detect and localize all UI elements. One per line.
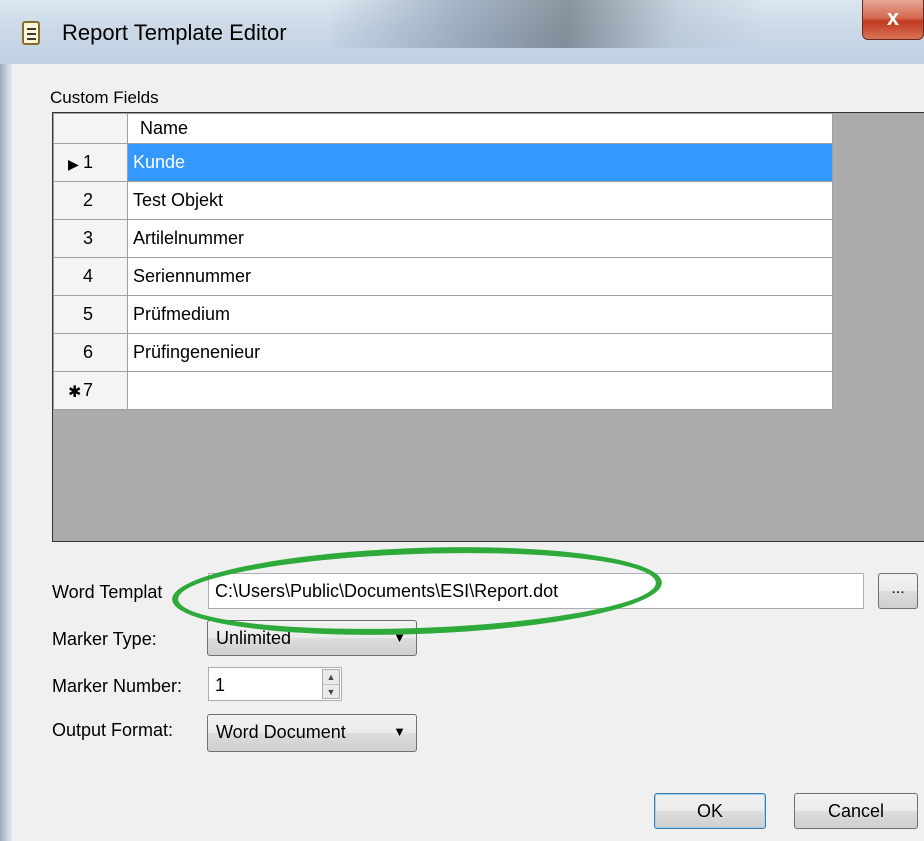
spin-up-icon[interactable]: ▲ <box>323 670 339 685</box>
output-format-label: Output Format: <box>52 720 174 740</box>
grid-header-row: Name <box>53 113 833 144</box>
browse-button[interactable]: ... <box>878 573 918 609</box>
marker-type-label: Marker Type: <box>52 629 157 649</box>
row-number: 6 <box>82 342 93 362</box>
new-row[interactable]: ✱ 7 <box>53 371 833 410</box>
row-number: 7 <box>82 380 93 400</box>
name-cell[interactable]: Artilelnummer <box>127 219 833 258</box>
word-template-label: Word Templat <box>52 582 163 602</box>
window-title: Report Template Editor <box>62 20 287 45</box>
cancel-button[interactable]: Cancel <box>794 793 918 829</box>
ok-button[interactable]: OK <box>654 793 766 829</box>
current-row-arrow-icon: ▶ <box>68 156 79 172</box>
close-button[interactable]: x <box>862 0 924 40</box>
output-format-dropdown[interactable]: Word Document ▼ <box>207 714 417 752</box>
chevron-down-icon: ▼ <box>393 724 406 739</box>
marker-number-label: Marker Number: <box>52 676 183 696</box>
name-cell[interactable]: Prüfingenenieur <box>127 333 833 372</box>
row-header[interactable]: 5 <box>53 295 128 334</box>
name-cell[interactable]: Prüfmedium <box>127 295 833 334</box>
table-row[interactable]: 5 Prüfmedium <box>53 295 833 334</box>
name-cell[interactable]: Kunde <box>127 143 833 182</box>
row-header[interactable]: 6 <box>53 333 128 372</box>
marker-number-spin-buttons[interactable]: ▲ ▼ <box>322 669 340 699</box>
new-row-asterisk-icon: ✱ <box>68 384 82 401</box>
custom-fields-grid[interactable]: Name ▶ 1 Kunde 2 Test Objekt 3 Artilelnum… <box>52 112 924 542</box>
marker-type-value: Unlimited <box>216 628 292 648</box>
row-number: 5 <box>82 304 93 324</box>
row-number: 4 <box>82 266 93 286</box>
window-left-frame <box>0 0 12 841</box>
report-icon <box>22 21 40 45</box>
marker-number-value: 1 <box>215 675 226 695</box>
table-row[interactable]: 3 Artilelnummer <box>53 219 833 258</box>
table-row[interactable]: 2 Test Objekt <box>53 181 833 220</box>
dialog-body: Custom Fields Name ▶ 1 Kunde 2 Test Objek… <box>12 64 924 841</box>
title-bar[interactable]: Report Template Editor x <box>0 0 924 64</box>
row-header[interactable]: 3 <box>53 219 128 258</box>
name-cell[interactable]: Test Objekt <box>127 181 833 220</box>
column-header-name[interactable]: Name <box>127 113 833 144</box>
title-bar-background-glare <box>330 0 760 48</box>
marker-type-dropdown[interactable]: Unlimited ▼ <box>207 620 417 656</box>
row-number: 2 <box>82 190 93 210</box>
table-row[interactable]: 4 Seriennummer <box>53 257 833 296</box>
table-row[interactable]: 6 Prüfingenenieur <box>53 333 833 372</box>
row-number: 1 <box>82 152 93 172</box>
row-header[interactable]: 4 <box>53 257 128 296</box>
table-row[interactable]: ▶ 1 Kunde <box>53 143 833 182</box>
spin-down-icon[interactable]: ▼ <box>323 685 339 699</box>
row-header[interactable]: ✱ 7 <box>53 371 128 410</box>
output-format-value: Word Document <box>216 722 346 742</box>
chevron-down-icon: ▼ <box>393 630 406 645</box>
row-header[interactable]: ▶ 1 <box>53 143 128 182</box>
name-cell[interactable] <box>127 371 833 410</box>
name-cell[interactable]: Seriennummer <box>127 257 833 296</box>
row-header[interactable]: 2 <box>53 181 128 220</box>
close-icon: x <box>886 5 900 30</box>
word-template-path-input[interactable]: C:\Users\Public\Documents\ESI\Report.dot <box>208 573 864 609</box>
row-number: 3 <box>82 228 93 248</box>
grid-corner-cell[interactable] <box>53 113 128 144</box>
custom-fields-label: Custom Fields <box>50 88 159 107</box>
